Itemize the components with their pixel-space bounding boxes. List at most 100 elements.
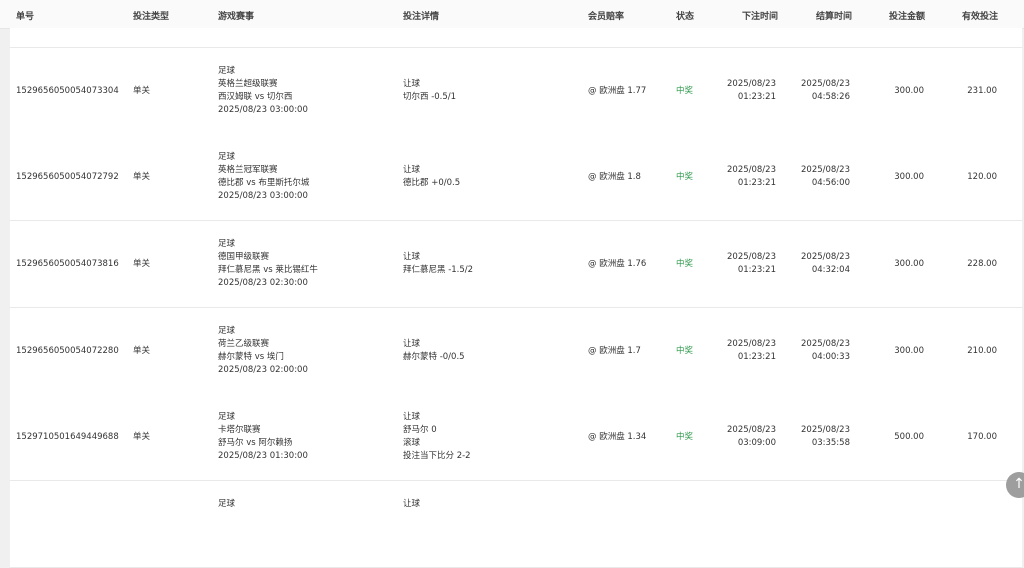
- bet-amount: 300.00: [894, 172, 924, 182]
- bet-detail-line: 赫尔蒙特 -0/0.5: [403, 352, 465, 362]
- match-line: 英格兰超级联赛: [218, 79, 278, 89]
- bet-type: 单关: [133, 86, 151, 96]
- bet-records-page: 单号 投注类型 游戏赛事 投注详情 会员赔率 状态 下注时间 结算时间 投注金额…: [0, 0, 1024, 568]
- bet-amount: 500.00: [894, 432, 924, 442]
- match-line: 2025/08/23 02:30:00: [218, 278, 308, 288]
- valid-bet: 231.00: [967, 86, 997, 96]
- valid-bet: 210.00: [967, 346, 997, 356]
- match-info: 足球英格兰超级联赛西汉姆联 vs 切尔西 2025/08/23 03:00:00: [218, 65, 308, 117]
- table-row: 1529656050054072792 单关 足球 英格兰冠军联赛 德比郡 vs 布里斯…: [10, 134, 1022, 221]
- status-badge: 中奖: [676, 346, 694, 356]
- bet-detail-line: 让球: [403, 412, 421, 422]
- settle-time-line: 04:32:04: [811, 265, 850, 275]
- match-line: 2025/08/23 03:00:00: [218, 191, 308, 201]
- bet-detail-line: 让球: [403, 165, 421, 175]
- bet-detail-line: 拜仁慕尼黑 -1.5/2: [403, 265, 474, 275]
- member-odds: @ 欧洲盘 1.76: [588, 259, 647, 269]
- bet-records-table: 1529656050054073304 单关 足球 英格兰超级联赛 西汉姆联 vs 切尔…: [10, 28, 1022, 568]
- bet-amount: 300.00: [894, 346, 924, 356]
- bet-time: 2025/08/23 01:23:21: [710, 164, 776, 190]
- match-info: 足球 德国甲级联赛 拜仁慕尼黑 vs 莱比锡红牛 2025/08/23 02:30:0…: [218, 238, 318, 290]
- table-row: 1529656050054072280 单关 足球荷兰乙级联赛赫尔蒙特 vs 埃门 2…: [10, 308, 1022, 395]
- match-line: 赫尔蒙特 vs 埃门: [218, 352, 284, 362]
- match-line: 西汉姆联 vs 切尔西: [218, 92, 293, 102]
- settle-time: 2025/08/23 03:35:58: [784, 424, 850, 450]
- settle-time-line: 03:35:58: [811, 438, 850, 448]
- table-row-partial-bottom: 足球 让球: [10, 481, 1022, 568]
- col-bet-detail[interactable]: 投注详情: [403, 9, 439, 22]
- bet-time-line: 01:23:21: [737, 92, 776, 102]
- settle-time-line: 2025/08/23: [801, 425, 850, 435]
- settle-time: 2025/08/23 04:56:00: [784, 164, 850, 190]
- order-no: 1529656050054072280: [16, 346, 119, 356]
- col-order-no[interactable]: 单号: [16, 9, 34, 22]
- table-row-partial-top: [10, 28, 1022, 48]
- bet-detail-line: 让球: [403, 339, 421, 349]
- valid-bet: 228.00: [967, 259, 997, 269]
- bet-type: 单关: [133, 432, 151, 442]
- status-badge: 中奖: [676, 172, 694, 182]
- bet-amount: 300.00: [894, 86, 924, 96]
- col-amount[interactable]: 投注金额: [889, 9, 925, 22]
- bet-detail-line: 舒马尔 0: [403, 425, 437, 435]
- bet-detail-line: 让球: [403, 499, 421, 509]
- bet-amount: 300.00: [894, 259, 924, 269]
- col-status[interactable]: 状态: [676, 9, 694, 22]
- match-line: 足球: [218, 66, 236, 76]
- match-line: 2025/08/23 03:00:00: [218, 105, 308, 115]
- valid-bet: 120.00: [967, 172, 997, 182]
- bet-detail: 让球切尔西 -0.5/1: [403, 78, 456, 104]
- status-badge: 中奖: [676, 86, 694, 96]
- match-line: 德国甲级联赛: [218, 252, 270, 262]
- match-line: 荷兰乙级联赛: [218, 339, 270, 349]
- bet-detail-line: 滚球: [403, 438, 421, 448]
- bet-time-line: 2025/08/23: [727, 252, 776, 262]
- settle-time: 2025/08/23 04:58:26: [784, 78, 850, 104]
- match-info: 足球 英格兰冠军联赛 德比郡 vs 布里斯托尔城 2025/08/23 03:00:0…: [218, 151, 309, 203]
- member-odds: @ 欧洲盘 1.77: [588, 86, 647, 96]
- col-bet-type[interactable]: 投注类型: [133, 9, 169, 22]
- table-row: 1529710501649449688 单关 足球 卡塔尔联赛 舒马尔 vs 阿尔赖扬 2…: [10, 394, 1022, 481]
- arrow-up-icon: ↑: [1013, 476, 1024, 492]
- col-settle-time[interactable]: 结算时间: [816, 9, 852, 22]
- match-line: 卡塔尔联赛: [218, 425, 261, 435]
- bet-detail: 让球 德比郡 +0/0.5: [403, 164, 460, 190]
- settle-time-line: 04:56:00: [811, 178, 850, 188]
- table-row: 1529656050054073304 单关 足球 英格兰超级联赛 西汉姆联 vs 切尔…: [10, 48, 1022, 135]
- settle-time-line: 2025/08/23: [801, 339, 850, 349]
- bet-type: 单关: [133, 259, 151, 269]
- col-bet-time[interactable]: 下注时间: [742, 9, 778, 22]
- match-line: 足球: [218, 412, 236, 422]
- col-odds[interactable]: 会员赔率: [588, 9, 624, 22]
- match-line: 2025/08/23 02:00:00: [218, 365, 308, 375]
- order-no: 1529656050054073816: [16, 259, 119, 269]
- status-badge: 中奖: [676, 259, 694, 269]
- bet-type: 单关: [133, 346, 151, 356]
- bet-detail-line: 让球: [403, 79, 421, 89]
- bet-type: 单关: [133, 172, 151, 182]
- bet-time: 2025/08/23 03:09:00: [710, 424, 776, 450]
- settle-time-line: 04:58:26: [811, 92, 850, 102]
- match-line: 舒马尔 vs 阿尔赖扬: [218, 438, 293, 448]
- settle-time-line: 04:00:33: [811, 352, 850, 362]
- settle-time-line: 2025/08/23: [801, 79, 850, 89]
- bet-detail-line: 切尔西 -0.5/1: [403, 92, 457, 102]
- bet-time-line: 2025/08/23: [727, 165, 776, 175]
- match-line: 足球: [218, 326, 236, 336]
- settle-time: 2025/08/23 04:00:33: [784, 338, 850, 364]
- settle-time-line: 2025/08/23: [801, 252, 850, 262]
- col-match[interactable]: 游戏赛事: [218, 9, 254, 22]
- match-sport: 足球: [218, 499, 236, 509]
- match-line: 2025/08/23 01:30:00: [218, 451, 308, 461]
- bet-time-line: 2025/08/23: [727, 425, 776, 435]
- member-odds: @ 欧洲盘 1.34: [588, 432, 647, 442]
- bet-time-line: 03:09:00: [737, 438, 776, 448]
- bet-time: 2025/08/23 01:23:21: [710, 251, 776, 277]
- table-row: 1529656050054073816 单关 足球 德国甲级联赛 拜仁慕尼黑 vs 莱比…: [10, 221, 1022, 308]
- col-valid-bet[interactable]: 有效投注: [962, 9, 998, 22]
- bet-detail: 让球 拜仁慕尼黑 -1.5/2: [403, 251, 473, 277]
- bet-time-line: 01:23:21: [737, 352, 776, 362]
- bet-time: 2025/08/23 01:23:21: [710, 338, 776, 364]
- order-no: 1529656050054072792: [16, 172, 119, 182]
- bet-time-line: 01:23:21: [737, 265, 776, 275]
